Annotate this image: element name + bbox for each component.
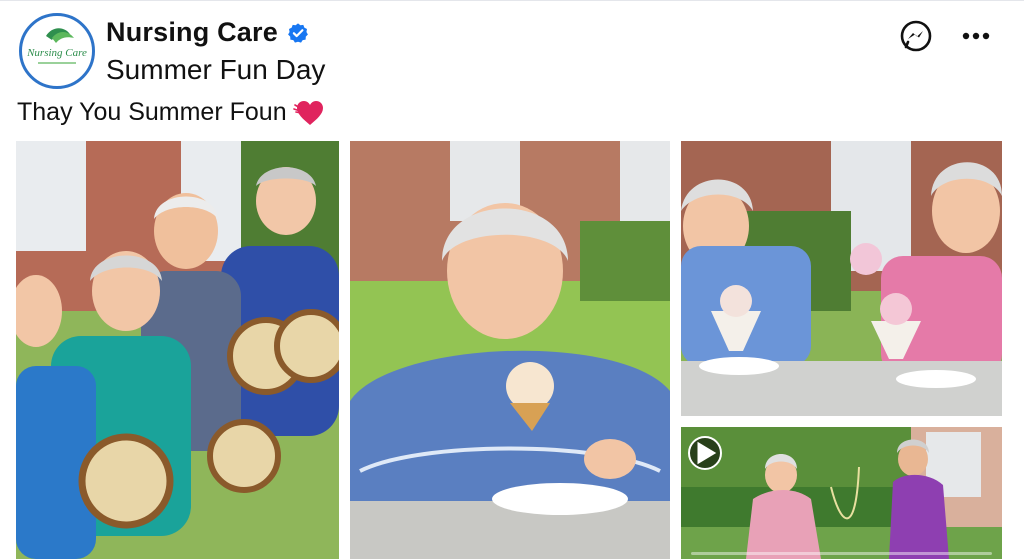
video-progress-bar[interactable]	[691, 552, 992, 555]
verified-badge-icon	[288, 22, 308, 43]
messenger-button[interactable]	[898, 18, 934, 54]
video-residents-dancing[interactable]	[681, 427, 1002, 559]
post-caption: Thay You Summer Foun	[17, 98, 287, 126]
photo-residents-playing-tambourines[interactable]	[16, 141, 339, 559]
video-thumbnail	[681, 427, 1002, 559]
photo-resident-eating-ice-cream[interactable]	[350, 141, 670, 559]
photo-image	[681, 141, 1002, 416]
photo-image	[16, 141, 339, 559]
photo-residents-with-sundaes[interactable]	[681, 141, 1002, 416]
logo-text: Nursing Care	[26, 47, 87, 59]
nursing-care-logo: Nursing Care	[23, 17, 91, 85]
page-name-row: Nursing Care	[106, 17, 309, 48]
page-avatar[interactable]: Nursing Care	[19, 13, 95, 89]
messenger-icon	[900, 20, 932, 52]
play-button[interactable]	[688, 436, 722, 470]
page-name[interactable]: Nursing Care	[106, 17, 278, 48]
top-border	[0, 0, 1024, 1]
more-options-icon	[962, 32, 990, 40]
photo-image	[350, 141, 670, 559]
heart-icon	[292, 100, 323, 125]
header-actions	[898, 18, 994, 54]
more-options-button[interactable]	[958, 18, 994, 54]
play-icon	[697, 441, 717, 465]
post-title: Summer Fun Day	[106, 54, 326, 85]
post-caption-row: Thay You Summer Foun	[17, 98, 327, 127]
